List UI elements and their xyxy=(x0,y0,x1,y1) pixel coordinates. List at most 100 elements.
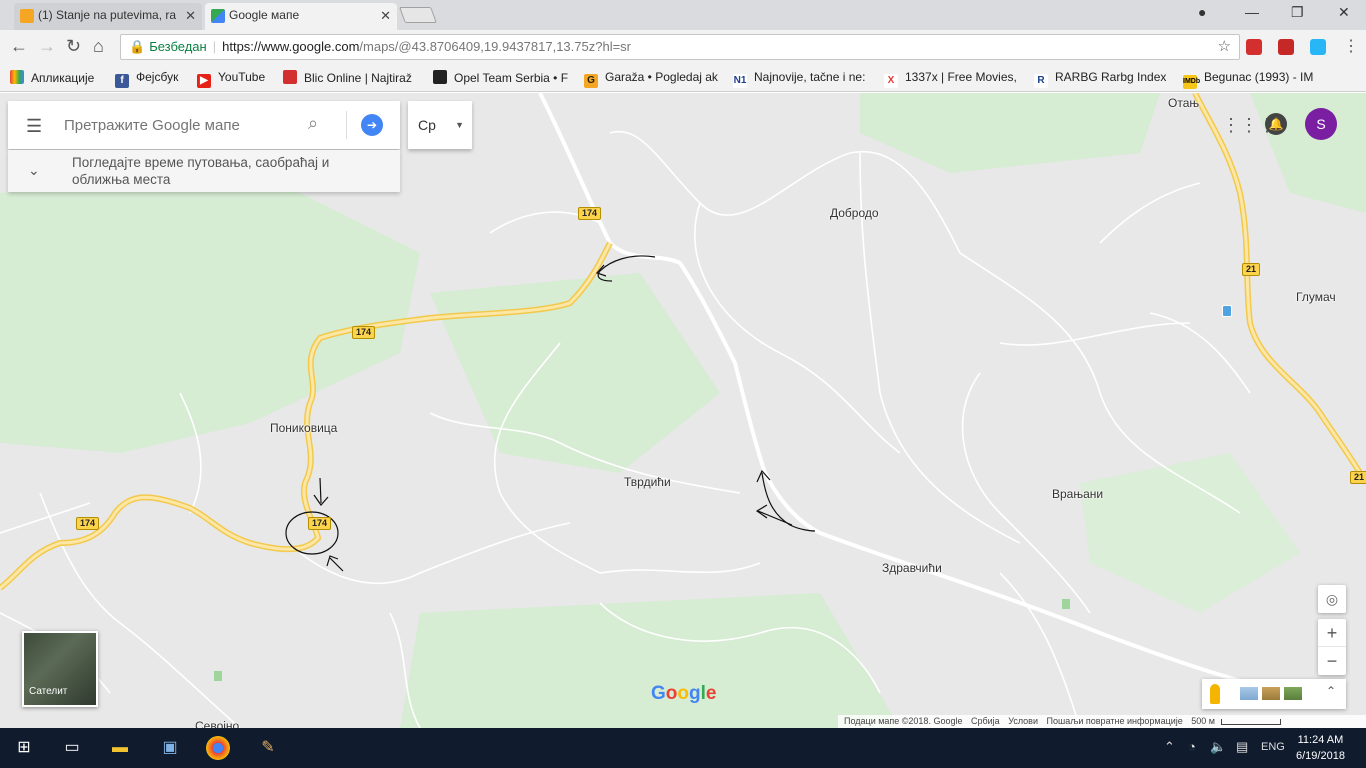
search-input[interactable] xyxy=(64,111,304,139)
bookmark-label: Blic Online | Najtiraž xyxy=(304,71,412,85)
maps-favicon-icon xyxy=(211,9,225,23)
bookmark-label: Najnovije, tačne i ne: xyxy=(754,70,866,84)
pegman-icon[interactable] xyxy=(1210,684,1220,704)
my-location-button[interactable]: ◎ xyxy=(1318,585,1346,613)
volume-icon[interactable]: 🔈 xyxy=(1210,739,1226,755)
task-view-icon[interactable]: ▭ xyxy=(60,736,84,760)
imagery-thumbnail[interactable] xyxy=(1262,687,1280,700)
extension-icon[interactable] xyxy=(1278,39,1294,55)
rarbg-icon: R xyxy=(1034,74,1048,88)
place-label[interactable]: Врањани xyxy=(1052,487,1103,501)
map-canvas[interactable]: Отањ Добродо Глумач Пониковица Тврдићи В… xyxy=(0,93,1366,728)
imdb-icon: IMDb xyxy=(1183,75,1200,89)
place-label[interactable]: Глумач xyxy=(1296,290,1336,304)
hamburger-menu-icon[interactable]: ☰ xyxy=(26,116,42,137)
bookmark-1337x[interactable]: X 1337x | Free Movies, xyxy=(884,70,1017,88)
close-icon[interactable]: ✕ xyxy=(380,3,391,28)
adblock-icon[interactable] xyxy=(1246,39,1262,55)
zoom-out-button[interactable]: − xyxy=(1318,647,1346,675)
separator: | xyxy=(212,39,217,54)
home-icon[interactable]: ⌂ xyxy=(93,36,104,57)
tab-traffic[interactable]: (1) Stanje na putevima, ra ✕ xyxy=(14,3,202,30)
facebook-icon: f xyxy=(115,74,129,88)
app-icon[interactable]: ▣ xyxy=(158,736,182,760)
notifications-bell-icon[interactable]: 🔔 xyxy=(1265,113,1287,135)
country-link[interactable]: Србија xyxy=(971,716,1000,726)
bookmark-star-icon[interactable]: ☆ xyxy=(1218,35,1231,59)
bookmark-opel[interactable]: Opel Team Serbia • F xyxy=(433,70,568,85)
back-icon[interactable]: ← xyxy=(10,36,28,57)
new-tab-button[interactable] xyxy=(399,7,437,23)
bookmarks-bar: Апликације f Фејсбук ▶ YouTube Blic Online… xyxy=(0,64,1366,92)
bookmark-label: Апликације xyxy=(31,71,95,85)
language-selector[interactable]: Ср ▼ xyxy=(408,101,472,149)
close-window-button[interactable]: ✕ xyxy=(1338,4,1350,21)
feedback-link[interactable]: Пошаљи повратне информације xyxy=(1047,716,1183,726)
satellite-toggle[interactable]: Сателит xyxy=(22,631,98,707)
tab-google-maps[interactable]: Google мапе ✕ xyxy=(205,3,397,30)
place-label[interactable]: Здравчићи xyxy=(882,561,942,575)
park-marker xyxy=(214,671,222,681)
search-icon[interactable]: ⌕ xyxy=(308,113,318,134)
paint-icon[interactable]: ✎ xyxy=(256,736,280,760)
forward-icon[interactable]: → xyxy=(38,36,56,57)
bookmark-blic[interactable]: Blic Online | Najtiraž xyxy=(283,70,412,85)
expand-icon[interactable]: ⌃ xyxy=(1326,684,1336,698)
lock-icon: 🔒 xyxy=(129,39,146,54)
annotation-arrowhead xyxy=(755,504,768,519)
annotation-arrow xyxy=(319,477,322,504)
profile-icon[interactable]: ● xyxy=(1198,4,1206,20)
chrome-icon[interactable] xyxy=(206,736,230,760)
scale-label[interactable]: 500 м xyxy=(1191,716,1215,726)
url-path: /maps/@43.8706409,19.9437817,13.75z?hl=s… xyxy=(359,39,632,54)
maximize-button[interactable]: ❐ xyxy=(1291,4,1304,21)
browser-toolbar: ← → ↻ ⌂ 🔒 Безбедан | https://www.google.com… xyxy=(0,30,1366,64)
minimize-button[interactable]: — xyxy=(1245,4,1259,20)
bookmark-rarbg[interactable]: R RARBG Rarbg Index xyxy=(1034,70,1166,88)
place-label[interactable]: Добродо xyxy=(830,206,879,220)
clock-date: 6/19/2018 xyxy=(1296,750,1345,762)
windows-start-icon[interactable]: ⊞ xyxy=(12,736,36,760)
imagery-thumbnail[interactable] xyxy=(1284,687,1302,700)
taskbar: ⊞ ▭ ▬ ▣ ✎ ⌃ ◔ 🔈 ▤ ENG 11:24 AM 6/19/2018 xyxy=(0,728,1366,768)
bookmark-label: Opel Team Serbia • F xyxy=(454,71,569,85)
file-explorer-icon[interactable]: ▬ xyxy=(108,736,132,760)
imagery-thumbnail[interactable] xyxy=(1240,687,1258,700)
park-marker xyxy=(1062,599,1070,609)
input-language[interactable]: ENG xyxy=(1261,741,1285,753)
close-icon[interactable]: ✕ xyxy=(185,3,196,28)
chevron-down-icon[interactable]: ⌄ xyxy=(28,162,40,179)
reload-icon[interactable]: ↻ xyxy=(66,36,81,57)
bookmark-garaza[interactable]: G Garaža • Pogledaj ak xyxy=(584,70,718,88)
avatar[interactable]: S xyxy=(1305,108,1337,140)
road-shield: 21 xyxy=(1350,471,1366,484)
action-center-icon[interactable]: ▤ xyxy=(1236,739,1248,755)
extension-icon[interactable] xyxy=(1310,39,1326,55)
forest-area xyxy=(0,173,420,453)
bookmark-imdb[interactable]: IMDb Begunac (1993) - IM xyxy=(1183,70,1313,89)
place-label[interactable]: Тврдићи xyxy=(624,475,671,489)
address-bar[interactable]: 🔒 Безбедан | https://www.google.com/maps/@4… xyxy=(120,34,1240,60)
place-label[interactable]: Пониковица xyxy=(270,421,337,435)
zoom-in-button[interactable]: + xyxy=(1318,619,1346,647)
bookmark-n1[interactable]: N1 Najnovije, tačne i ne: xyxy=(733,70,865,88)
forest-area xyxy=(1250,93,1366,213)
travel-info-panel[interactable]: ⌄ Погледајте време путовања, саобраћај и… xyxy=(8,150,400,192)
bookmark-youtube[interactable]: ▶ YouTube xyxy=(197,70,265,88)
garage-favicon-icon xyxy=(20,9,34,23)
road-shield: 174 xyxy=(308,517,332,530)
place-label[interactable]: Отањ xyxy=(1168,96,1199,110)
terms-link[interactable]: Услови xyxy=(1008,716,1038,726)
road-shield: 21 xyxy=(1242,263,1261,276)
tray-chevron-icon[interactable]: ⌃ xyxy=(1164,739,1175,755)
menu-dots-icon[interactable]: ⋮ xyxy=(1343,36,1359,56)
bookmark-apps[interactable]: Апликације xyxy=(10,70,94,85)
network-icon[interactable]: ◔ xyxy=(1188,739,1196,754)
place-label[interactable]: Севојно xyxy=(195,719,239,728)
bookmark-facebook[interactable]: f Фејсбук xyxy=(115,70,178,88)
clock[interactable]: 11:24 AM 6/19/2018 xyxy=(1296,732,1345,764)
bus-stop-icon[interactable] xyxy=(1222,305,1232,317)
browser-tabstrip: (1) Stanje na putevima, ra ✕ Google мапе… xyxy=(0,0,1366,30)
dropdown-arrow-icon: ▼ xyxy=(455,120,464,130)
directions-icon[interactable]: ➔ xyxy=(361,114,383,136)
